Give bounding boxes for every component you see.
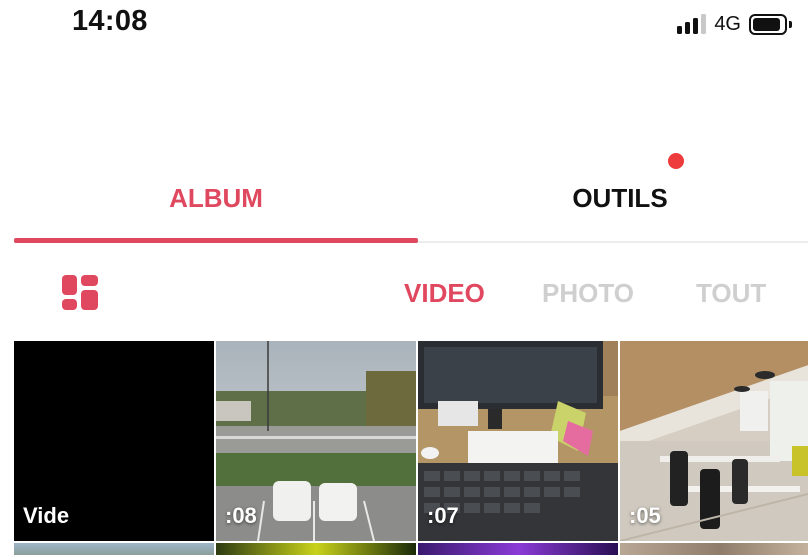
video-duration: :07	[427, 503, 459, 528]
active-tab-indicator	[14, 238, 418, 243]
tile-label: Vide	[23, 503, 70, 528]
media-tile-partial[interactable]	[620, 543, 808, 555]
media-tile-video[interactable]: :05	[620, 341, 808, 541]
media-tile-partial[interactable]	[216, 543, 416, 555]
media-tile-partial[interactable]	[14, 543, 214, 555]
media-tile-partial[interactable]	[418, 543, 618, 555]
filter-photo[interactable]: PHOTO	[542, 278, 634, 309]
tab-album[interactable]: ALBUM	[14, 182, 418, 214]
status-indicators: 4G	[677, 10, 792, 38]
filter-video[interactable]: VIDEO	[404, 278, 485, 309]
video-duration: :05	[629, 503, 661, 528]
signal-icon	[677, 14, 707, 34]
filter-tout[interactable]: TOUT	[696, 278, 766, 309]
layout-grid-icon[interactable]	[60, 274, 100, 312]
media-tile-video[interactable]: :07	[418, 341, 618, 541]
status-time: 14:08	[72, 5, 148, 37]
video-duration: :08	[225, 503, 257, 528]
notification-dot	[668, 153, 684, 169]
network-type: 4G	[714, 12, 741, 35]
media-tile-empty[interactable]: Vide	[14, 341, 214, 541]
battery-icon	[749, 13, 792, 35]
media-tile-video[interactable]: :08	[216, 341, 416, 541]
tab-outils[interactable]: OUTILS	[418, 182, 808, 214]
